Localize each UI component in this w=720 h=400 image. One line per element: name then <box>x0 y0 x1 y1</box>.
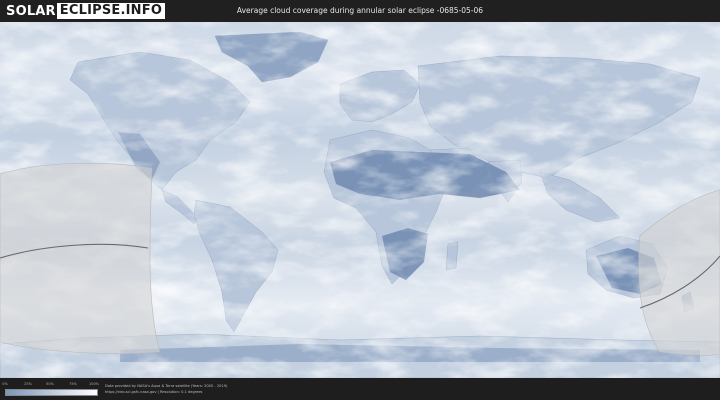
legend-tick-25: 25% <box>24 382 32 386</box>
data-credit-line: Data provided by NASA's Aqua & Terra sat… <box>105 384 228 388</box>
header-bar: SOLAR ECLIPSE.INFO Average cloud coverage… <box>0 0 720 22</box>
legend-tick-50: 50% <box>46 382 54 386</box>
cloud-coverage-map <box>0 22 720 378</box>
footer-bar: 0% 25% 50% 75% 100% Data provided by NAS… <box>0 378 720 400</box>
page-title: Average cloud coverage during annular so… <box>236 6 484 15</box>
legend-tick-0: 0% <box>2 382 8 386</box>
data-source-line: https://neo.sci.gsfc.nasa.gov | Resoluti… <box>105 390 203 394</box>
eclipse-visibility-zone-west <box>0 162 161 354</box>
legend-tick-75: 75% <box>69 382 77 386</box>
cloud-coverage-legend-bar <box>5 389 98 396</box>
legend-tick-100: 100% <box>88 382 99 386</box>
